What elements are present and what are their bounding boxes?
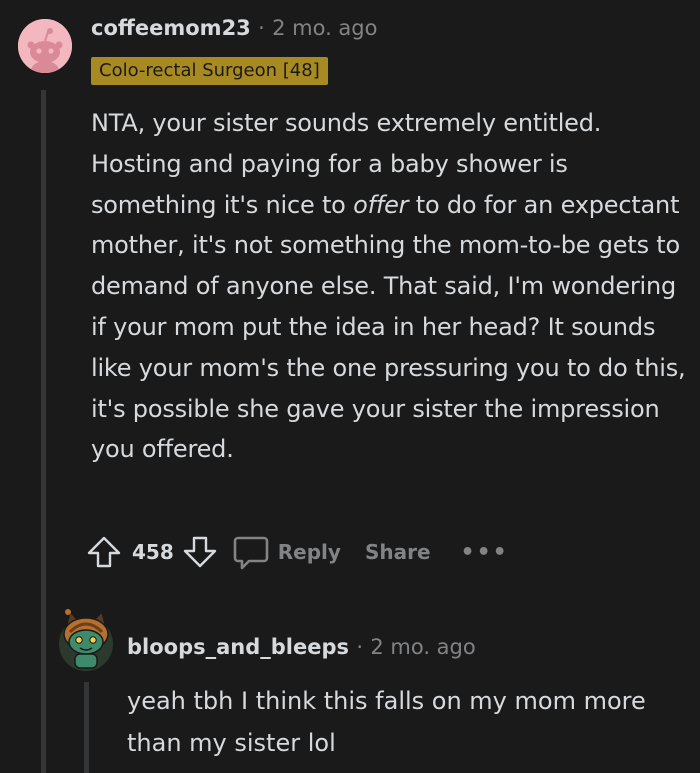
vote-score: 458: [132, 540, 174, 564]
reply-meta-separator: ·: [356, 635, 364, 659]
downvote-arrow-icon[interactable]: [182, 534, 218, 570]
reply-username-link[interactable]: bloops_and_bleeps: [127, 635, 349, 659]
reply-timestamp[interactable]: 2 mo. ago: [370, 635, 475, 659]
more-options-button[interactable]: •••: [461, 540, 509, 565]
upvote-arrow-icon[interactable]: [86, 534, 122, 570]
comment-paragraph: NTA, your sister sounds extremely entitl…: [91, 103, 691, 470]
meta-separator: ·: [258, 16, 265, 40]
cat-snoo-avatar-icon: [59, 609, 113, 671]
user-avatar[interactable]: [18, 19, 72, 73]
comment-body: NTA, your sister sounds extremely entitl…: [91, 103, 691, 470]
reply-thread-collapse-line[interactable]: [84, 682, 89, 773]
comment-timestamp[interactable]: 2 mo. ago: [272, 16, 377, 40]
comment-action-bar: 458 Reply Share •••: [86, 531, 509, 573]
reply-header: bloops_and_bleeps · 2 mo. ago: [127, 635, 476, 659]
comment-header: coffeemom23 · 2 mo. ago: [91, 16, 377, 40]
share-button[interactable]: Share: [365, 540, 431, 564]
reply-user-avatar[interactable]: [58, 606, 114, 672]
thread-collapse-line[interactable]: [41, 90, 46, 773]
reply-label: Reply: [277, 540, 341, 564]
user-flair: Colo-rectal Surgeon [48]: [91, 57, 328, 85]
speech-bubble-icon: [233, 536, 269, 570]
comment-text-emphasis: offer: [353, 190, 409, 219]
username-link[interactable]: coffeemom23: [91, 16, 251, 40]
comment-thread: coffeemom23 · 2 mo. ago Colo-rectal Surg…: [0, 0, 700, 773]
reply-body: yeah tbh I think this falls on my mom mo…: [127, 687, 646, 757]
comment-text-part-2: to do for an expectant mother, it's not …: [91, 190, 686, 464]
snoo-avatar-icon: [18, 19, 72, 73]
reply-button[interactable]: Reply: [232, 533, 341, 571]
